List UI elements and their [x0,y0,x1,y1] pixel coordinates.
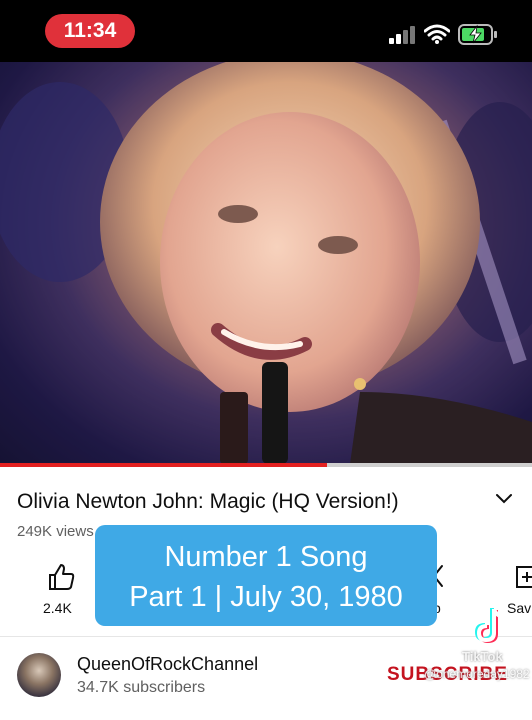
subscriber-count: 34.7K subscribers [77,679,206,696]
tiktok-logo-icon [474,608,505,644]
channel-avatar[interactable] [17,653,61,697]
tiktok-brand: TikTok [462,649,503,664]
status-bar: 11:34 [0,0,532,62]
status-time: 11:34 [45,14,135,48]
caption-line-2: Part 1 | July 30, 1980 [129,581,403,613]
like-button[interactable]: 2.4K [33,562,93,620]
save-to-playlist-icon [516,566,532,588]
caption-overlay: Number 1 Song Part 1 | July 30, 1980 [95,525,437,626]
like-count: 2.4K [43,600,72,616]
video-player[interactable] [0,62,532,464]
video-progress-fill [0,463,328,467]
thumbs-up-icon [49,564,75,590]
battery-charging-icon [458,24,497,45]
chevron-down-icon[interactable] [494,492,514,506]
tiktok-username: @onemoreday1982 [424,667,530,681]
divider [0,636,532,637]
video-title[interactable]: Olivia Newton John: Magic (HQ Version!) [17,490,399,514]
signal-icon [389,26,415,44]
video-progress-bar[interactable] [0,463,532,467]
wifi-icon [424,24,450,44]
caption-line-1: Number 1 Song [164,541,368,573]
channel-name[interactable]: QueenOfRockChannel [77,654,258,675]
video-frame [0,62,532,464]
